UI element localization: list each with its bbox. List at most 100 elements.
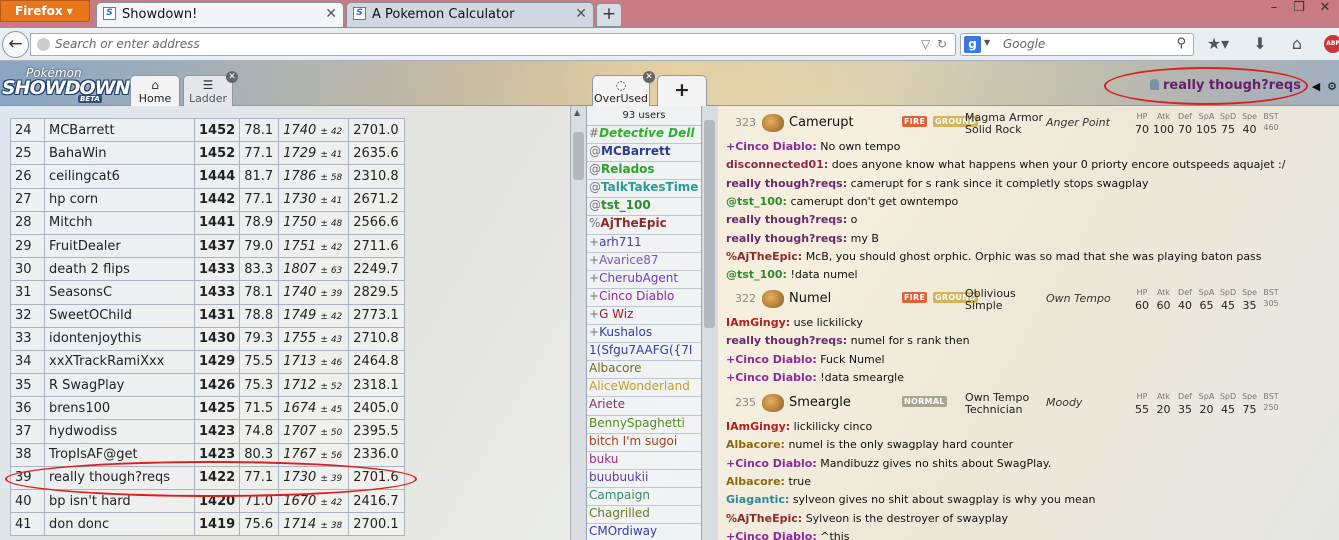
ladder-row[interactable]: 28 Mitchh 1441 78.9 1750 ± 48 2566.6 [10,210,406,235]
maximize-button[interactable]: ❐ [1287,0,1311,18]
chat-username[interactable]: Albacore: [726,438,785,451]
tab-ladder[interactable]: ☰ Ladder ✕ [183,71,238,106]
scrollbar-thumb[interactable] [704,120,715,328]
chat-username[interactable]: %AjTheEpic: [726,250,802,263]
ladder-username[interactable]: death 2 flips [44,257,195,282]
close-tab-icon[interactable]: ✕ [575,6,587,22]
ladder-username[interactable]: SweetOChild [44,303,195,328]
user-list-item[interactable]: +G Wiz [587,307,701,326]
chat-username[interactable]: really though?reqs: [726,177,847,190]
user-list-item[interactable]: @Relados [587,162,701,181]
ladder-username[interactable]: idontenjoythis [44,326,195,351]
chevron-down-icon[interactable]: ▽ [921,37,930,51]
firefox-menu-button[interactable]: Firefox ▾ [0,0,90,22]
ladder-username[interactable]: xxXTrackRamiXxx [44,349,195,375]
ladder-username[interactable]: BahaWin [44,141,195,166]
close-tab-icon[interactable]: ✕ [325,6,337,22]
user-list-item[interactable]: Albacore [587,361,701,380]
user-list-item[interactable]: Chagrilled [587,506,701,525]
chat-username[interactable]: +Cinco Diablo: [726,457,817,470]
ladder-row[interactable]: 30 death 2 flips 1433 83.3 1807 ± 63 2249.7 [10,257,406,282]
ladder-username[interactable]: SeasonsC [44,280,195,305]
chat-username[interactable]: @tst_100: [726,268,787,281]
download-arrow-icon[interactable]: ⬇ [1248,34,1272,56]
ladder-username[interactable]: hydwodiss [44,419,195,444]
ladder-row[interactable]: 34 xxXTrackRamiXxx 1429 75.5 1713 ± 46 2464.8 [10,349,406,375]
ladder-row[interactable]: 36 brens100 1425 71.5 1674 ± 45 2405.0 [10,396,406,421]
ladder-row[interactable]: 31 SeasonsC 1433 78.1 1740 ± 39 2829.5 [10,280,406,305]
ladder-username[interactable]: Mitchh [44,210,195,235]
ladder-row[interactable]: 27 hp corn 1442 77.1 1730 ± 41 2671.2 [10,187,406,212]
chat-username[interactable]: Giagantic: [726,493,789,506]
user-list-item[interactable]: +Cinco Diablo [587,289,701,307]
chat-username[interactable]: @tst_100: [726,195,787,208]
chat-username[interactable]: +Cinco Diablo: [726,371,817,384]
chevron-down-icon[interactable]: ▼ [984,38,990,47]
chat-username[interactable]: disconnected01: [726,158,828,171]
ladder-row[interactable]: 37 hydwodiss 1423 74.8 1707 ± 50 2395.5 [10,419,406,444]
pokemon-name[interactable]: Camerupt [789,115,854,130]
tab-overused-room[interactable]: ◌ OverUsed ✕ [592,71,655,106]
chat-username[interactable]: +Cinco Diablo: [726,353,817,366]
scroll-up-icon[interactable]: ▲ [574,108,580,117]
home-icon[interactable]: ⌂ [1285,34,1309,56]
user-list-item[interactable]: BennySpaghetti [587,416,701,434]
ladder-row[interactable]: 24 MCBarrett 1452 78.1 1740 ± 42 2701.0 [10,117,406,143]
chat-username[interactable]: IAmGingy: [726,316,790,329]
ladder-row[interactable]: 25 BahaWin 1452 77.1 1729 ± 41 2635.6 [10,141,406,166]
user-list-item[interactable]: CMOrdiway [587,524,701,540]
pokemon-name[interactable]: Numel [789,291,831,306]
user-list-item[interactable]: +CherubAgent [587,271,701,289]
user-list-item[interactable]: bitch I'm sugoi [587,434,701,452]
back-arrow-icon[interactable]: ← [2,31,29,58]
chat-username[interactable]: really though?reqs: [726,334,847,347]
ladder-username[interactable]: ceilingcat6 [44,164,195,189]
ladder-scrollbar[interactable]: ▲ [570,106,586,540]
address-bar[interactable]: Search or enter address ▽ ↻ [30,33,956,56]
chat-username[interactable]: +Cinco Diablo: [726,140,817,153]
user-list-item[interactable]: Campaign [587,488,701,506]
userlist-scrollbar[interactable] [702,106,718,540]
ladder-username[interactable]: R SwagPlay [44,373,195,398]
pokemon-name[interactable]: Smeargle [789,395,851,410]
ladder-username[interactable]: brens100 [44,396,195,421]
adblock-icon[interactable]: ABP [1324,35,1339,53]
minimize-button[interactable]: – [1262,0,1286,18]
ladder-row[interactable]: 41 don donc 1419 75.6 1714 ± 38 2700.1 [10,512,406,537]
tab-home[interactable]: ⌂ Home [130,75,180,106]
user-list-item[interactable]: @MCBarrett [587,144,701,163]
ladder-username[interactable]: MCBarrett [44,117,195,143]
search-icon[interactable]: ⚲ [1176,36,1186,51]
chat-username[interactable]: really though?reqs: [726,232,847,245]
close-icon[interactable]: ✕ [643,71,655,83]
user-list-item[interactable]: buubuukii [587,470,701,488]
chat-username[interactable]: +Cinco Diablo: [726,530,817,540]
ladder-username[interactable]: hp corn [44,187,195,212]
reload-icon[interactable]: ↻ [937,37,947,51]
search-box[interactable]: g ▼ Google ⚲ [960,33,1194,56]
new-tab-button[interactable]: + [596,3,622,27]
chat-username[interactable]: Albacore: [726,475,785,488]
ladder-row[interactable]: 35 R SwagPlay 1426 75.3 1712 ± 52 2318.1 [10,373,406,398]
tab-pokemon-calculator[interactable]: S A Pokemon Calculator ✕ [346,2,594,28]
user-list-item[interactable]: buku [587,452,701,470]
tab-showdown[interactable]: S Showdown! ✕ [96,2,344,28]
user-list-item[interactable]: +arh711 [587,235,701,253]
ladder-row[interactable]: 33 idontenjoythis 1430 79.3 1755 ± 43 2710.8 [10,326,406,351]
sound-icon[interactable]: ◀ [1308,79,1324,95]
scrollbar-thumb[interactable] [573,132,584,180]
user-list-item[interactable]: +Kushalos [587,325,701,344]
user-list-item[interactable]: Ariete [587,397,701,416]
ladder-row[interactable]: 26 ceilingcat6 1444 81.7 1786 ± 58 2310.8 [10,164,406,189]
chat-username[interactable]: really though?reqs: [726,213,847,226]
showdown-logo[interactable]: Pokémon SHOWDOWN BETA [2,65,130,103]
user-list-item[interactable]: @tst_100 [587,198,701,217]
chat-username[interactable]: %AjTheEpic: [726,512,802,525]
chat-username[interactable]: IAmGingy: [726,420,790,433]
user-list-item[interactable]: +Avarice87 [587,253,701,271]
ladder-username[interactable]: FruitDealer [44,233,195,259]
gear-icon[interactable]: ⚙ [1324,79,1339,95]
bookmark-star-icon[interactable]: ★▾ [1204,34,1232,56]
user-list-item[interactable]: #Detective Dell [587,126,701,145]
new-room-button[interactable]: + [657,75,707,106]
